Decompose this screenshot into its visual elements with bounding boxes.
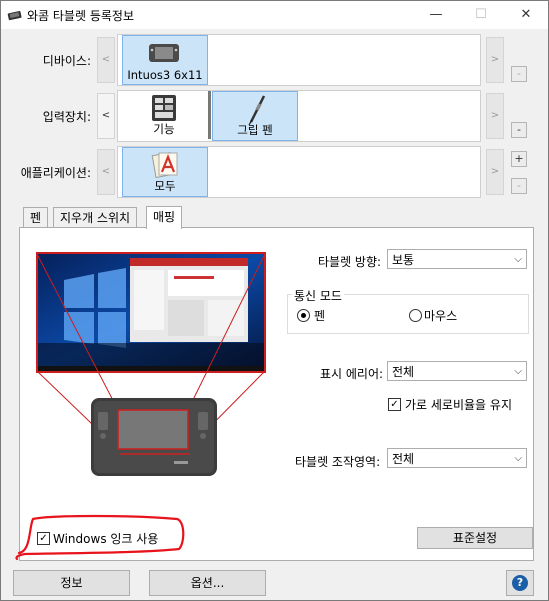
chevron-down-icon: ⌵: [514, 366, 522, 377]
input-tile-grip-pen-label: 그립 펜: [237, 123, 273, 137]
device-remove-button[interactable]: -: [511, 66, 527, 82]
tab-mapping[interactable]: 매핑: [146, 206, 183, 229]
input-tile-grip-pen[interactable]: 그립 펜: [212, 91, 298, 141]
options-button[interactable]: 옵션...: [149, 570, 266, 596]
device-tile-label: Intuos3 6x11: [127, 68, 203, 82]
maximize-button[interactable]: ☐: [458, 1, 504, 29]
about-button[interactable]: 정보: [13, 570, 130, 596]
mode-mouse-radio[interactable]: [409, 309, 422, 322]
input-row-label: 입력장치:: [42, 110, 91, 124]
device-scroll-right[interactable]: >: [486, 37, 504, 83]
input-remove-button[interactable]: -: [511, 122, 527, 138]
minimize-button[interactable]: —: [413, 1, 459, 29]
device-scroll-left[interactable]: <: [97, 37, 115, 83]
mode-pen-label: 펜: [314, 309, 326, 323]
mapping-preview: [36, 252, 266, 476]
display-area-label: 표시 에리어:: [320, 367, 384, 381]
device-tile-intuos3[interactable]: Intuos3 6x11: [122, 35, 208, 85]
orientation-label: 타블렛 방향:: [318, 255, 382, 269]
wacom-properties-window: 와콤 타블렛 등록정보 — ☐ ✕ 디바이스: < Intuos3 6x11 >…: [0, 0, 549, 601]
communication-mode-label: 통신 모드: [292, 287, 344, 304]
app-row-label: 애플리케이션:: [20, 166, 91, 180]
input-tile-functions[interactable]: 기능: [122, 91, 206, 139]
app-scroll-left[interactable]: <: [97, 149, 115, 195]
input-divider: [208, 91, 211, 139]
app-remove-button[interactable]: -: [511, 178, 527, 194]
mode-mouse-label: 마우스: [424, 309, 458, 323]
help-icon: ?: [512, 575, 528, 591]
tablet-area-value: 전체: [392, 452, 415, 466]
app-tile-all[interactable]: 모두: [122, 147, 208, 197]
display-area-value: 전체: [392, 365, 415, 379]
orientation-select[interactable]: 보통 ⌵: [387, 249, 527, 269]
close-button[interactable]: ✕: [503, 1, 549, 29]
tab-pen[interactable]: 펜: [23, 207, 49, 228]
tablet-device-icon: [148, 42, 180, 67]
orientation-value: 보통: [392, 253, 415, 267]
keep-ratio-label: 가로 세로비율을 유지: [405, 398, 512, 412]
app-tile-all-label: 모두: [154, 179, 176, 193]
tablet-area-label: 타블렛 조작영역:: [295, 455, 381, 469]
chevron-down-icon: ⌵: [514, 254, 522, 265]
input-tile-functions-label: 기능: [153, 122, 175, 136]
help-button[interactable]: ?: [506, 570, 534, 596]
app-add-button[interactable]: +: [511, 151, 527, 167]
window-title: 와콤 타블렛 등록정보: [27, 9, 134, 23]
mode-pen-radio[interactable]: [297, 309, 310, 322]
red-annotation-outline: [15, 514, 185, 561]
tab-eraser-switch[interactable]: 지우개 스위치: [53, 207, 138, 228]
input-scroll-right[interactable]: >: [486, 93, 504, 139]
input-scroll-left[interactable]: <: [97, 93, 115, 139]
app-scroll-right[interactable]: >: [486, 149, 504, 195]
chevron-down-icon: ⌵: [514, 453, 522, 464]
display-area-select[interactable]: 전체 ⌵: [387, 361, 527, 381]
app-icon: [7, 9, 23, 24]
title-bar: 와콤 타블렛 등록정보 — ☐ ✕: [1, 1, 548, 29]
default-settings-button[interactable]: 표준설정: [417, 527, 533, 549]
keep-ratio-checkbox[interactable]: ✓: [388, 398, 401, 411]
tablet-area-select[interactable]: 전체 ⌵: [387, 448, 527, 468]
device-row-label: 디바이스:: [42, 54, 91, 68]
